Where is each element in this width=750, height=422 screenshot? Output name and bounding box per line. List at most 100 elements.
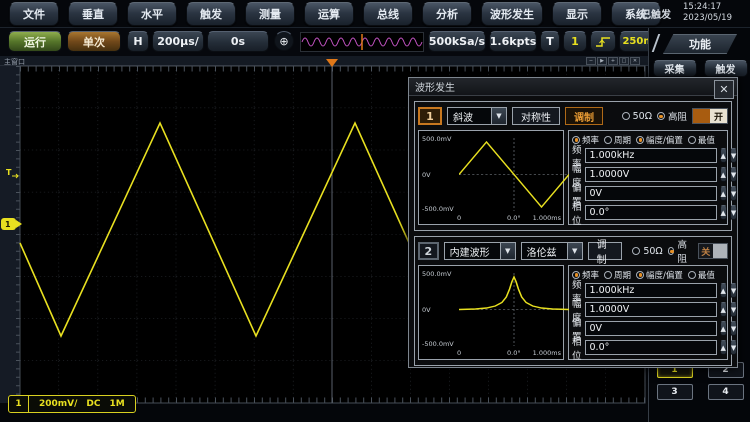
gen2-phase-input[interactable]: [585, 340, 717, 355]
trigger-level-arrow-icon: [12, 174, 18, 178]
close-window-icon[interactable]: ✕: [630, 57, 640, 65]
radio-selected-icon: [572, 271, 580, 279]
radio-unselected-icon: [604, 271, 612, 279]
trigger-badge[interactable]: T: [540, 31, 560, 52]
channel1-ground-marker[interactable]: 1: [1, 218, 22, 230]
menu-math[interactable]: 运算: [304, 2, 354, 26]
toggle-knob: [713, 244, 727, 258]
trigger-source-button[interactable]: 1: [563, 31, 587, 52]
gen2-amplitude-input[interactable]: [585, 302, 717, 317]
radio-unselected-icon: [622, 112, 630, 120]
decrement-icon[interactable]: ▼: [730, 283, 737, 298]
menu-analyze[interactable]: 分析: [422, 2, 472, 26]
channel1-badge[interactable]: 1 200mV/ DC 1M: [8, 395, 136, 413]
gen1-wavetype-select[interactable]: 斜波 ▼: [447, 107, 507, 125]
dialog-title-bar[interactable]: 波形发生: [409, 78, 737, 96]
menu-vertical[interactable]: 垂直: [68, 2, 118, 26]
add-icon[interactable]: +: [608, 57, 618, 65]
single-button[interactable]: 单次: [67, 31, 121, 52]
x-mid-label: 0.0°: [507, 214, 521, 222]
date-label: 2023/05/19: [683, 13, 732, 24]
horizontal-badge[interactable]: H: [127, 31, 149, 52]
decrement-icon[interactable]: ▼: [730, 186, 737, 201]
increment-icon[interactable]: ▲: [720, 148, 727, 163]
gen2-phase-label: 相位: [572, 334, 582, 362]
acquire-button[interactable]: 采集: [653, 60, 697, 77]
menu-trigger[interactable]: 触发: [186, 2, 236, 26]
gen1-output-toggle[interactable]: 开: [692, 108, 728, 124]
gen2-wavetype-select[interactable]: 洛伦兹 ▼: [521, 242, 583, 260]
play-icon[interactable]: ▶: [597, 57, 607, 65]
gen2-output-state: 关: [699, 244, 713, 258]
gen2-modulation-button[interactable]: 调制: [588, 242, 623, 260]
increment-icon[interactable]: ▲: [720, 321, 727, 336]
menu-file[interactable]: 文件: [9, 2, 59, 26]
sidebar-tabs: 采集 触发: [649, 60, 750, 77]
menu-bus[interactable]: 总线: [363, 2, 413, 26]
lorentz-preview-plot: [459, 273, 569, 346]
menu-wavegen[interactable]: 波形发生: [481, 2, 543, 26]
increment-icon[interactable]: ▲: [720, 186, 727, 201]
trigger-slope-icon[interactable]: [590, 31, 616, 52]
decrement-icon[interactable]: ▼: [730, 302, 737, 317]
function-button[interactable]: 功能: [663, 34, 737, 54]
gen2-offset-input[interactable]: [585, 321, 717, 336]
menu-measure[interactable]: 测量: [245, 2, 295, 26]
trigger-status: 已触发: [641, 6, 671, 21]
decrement-icon[interactable]: ▼: [730, 167, 737, 182]
radio-selected-icon: [636, 271, 644, 279]
gen1-phase-input[interactable]: [585, 205, 717, 220]
gen2-minmax-mode-radio[interactable]: 最值: [688, 269, 715, 281]
increment-icon[interactable]: ▲: [720, 167, 727, 182]
gen1-symmetry-button[interactable]: 对称性: [512, 107, 560, 125]
x-left-label: 0: [457, 214, 461, 222]
gen2-load-hiz-radio[interactable]: 高阻: [668, 237, 693, 265]
gen1-channel-button[interactable]: 1: [418, 107, 442, 125]
decrement-icon[interactable]: ▼: [730, 321, 737, 336]
decrement-icon[interactable]: ▼: [730, 148, 737, 163]
gen1-load-hiz-radio[interactable]: 高阻: [657, 109, 687, 123]
gen1-phase-label: 相位: [572, 199, 582, 227]
increment-icon[interactable]: ▲: [720, 205, 727, 220]
increment-icon[interactable]: ▲: [720, 340, 727, 355]
menu-bar: 文件 垂直 水平 触发 测量 运算 总线 分析 波形发生 显示 系统 已触发 1…: [0, 0, 750, 28]
trigger-level-marker[interactable]: T: [6, 168, 12, 177]
menu-horizontal[interactable]: 水平: [127, 2, 177, 26]
gen1-ampl-mode-radio[interactable]: 幅度/偏置: [636, 134, 683, 146]
horizontal-offset-button[interactable]: 0s: [207, 31, 269, 52]
decrement-icon[interactable]: ▼: [730, 340, 737, 355]
channel-3-button[interactable]: 3: [657, 384, 693, 400]
minimize-icon[interactable]: −: [586, 57, 596, 65]
decrement-icon[interactable]: ▼: [730, 205, 737, 220]
gen2-output-toggle[interactable]: 关: [698, 243, 728, 259]
gen2-category-select[interactable]: 内建波形 ▼: [444, 242, 516, 260]
memory-depth-label: 1.6kpts: [489, 31, 537, 52]
increment-icon[interactable]: ▲: [720, 302, 727, 317]
gen1-modulation-button[interactable]: 调制: [565, 107, 603, 125]
channel-4-button[interactable]: 4: [708, 384, 744, 400]
gen1-load-50-radio[interactable]: 50Ω: [622, 111, 652, 122]
increment-icon[interactable]: ▲: [720, 283, 727, 298]
gen1-load-hiz-label: 高阻: [668, 109, 687, 123]
timebase-button[interactable]: 200μs/: [152, 31, 204, 52]
gen2-load-50-radio[interactable]: 50Ω: [632, 246, 662, 257]
dialog-close-icon[interactable]: ✕: [714, 80, 734, 99]
gen1-frequency-input[interactable]: [585, 148, 717, 163]
chevron-down-icon: ▼: [500, 242, 516, 260]
menu-display[interactable]: 显示: [552, 2, 602, 26]
gen2-frequency-input[interactable]: [585, 283, 717, 298]
gen2-channel-button[interactable]: 2: [418, 242, 439, 260]
waveform-overview-strip[interactable]: [300, 32, 424, 52]
zoom-icon[interactable]: ⊕: [274, 31, 294, 51]
channel1-badge-number: 1: [9, 396, 29, 412]
restore-icon[interactable]: □: [619, 57, 629, 65]
gen2-period-mode-radio[interactable]: 周期: [604, 269, 631, 281]
gen1-amplitude-input[interactable]: [585, 167, 717, 182]
gen2-ampl-mode-radio[interactable]: 幅度/偏置: [636, 269, 683, 281]
gen1-period-mode-radio[interactable]: 周期: [604, 134, 631, 146]
gen1-offset-input[interactable]: [585, 186, 717, 201]
gen1-minmax-mode-radio[interactable]: 最值: [688, 134, 715, 146]
run-button[interactable]: 运行: [8, 31, 62, 52]
gen2-params-panel: 频率 周期 幅度/偏置 最值 频率 ▲▼ 幅度 ▲▼: [568, 265, 728, 360]
trigger-menu-button[interactable]: 触发: [704, 60, 748, 77]
